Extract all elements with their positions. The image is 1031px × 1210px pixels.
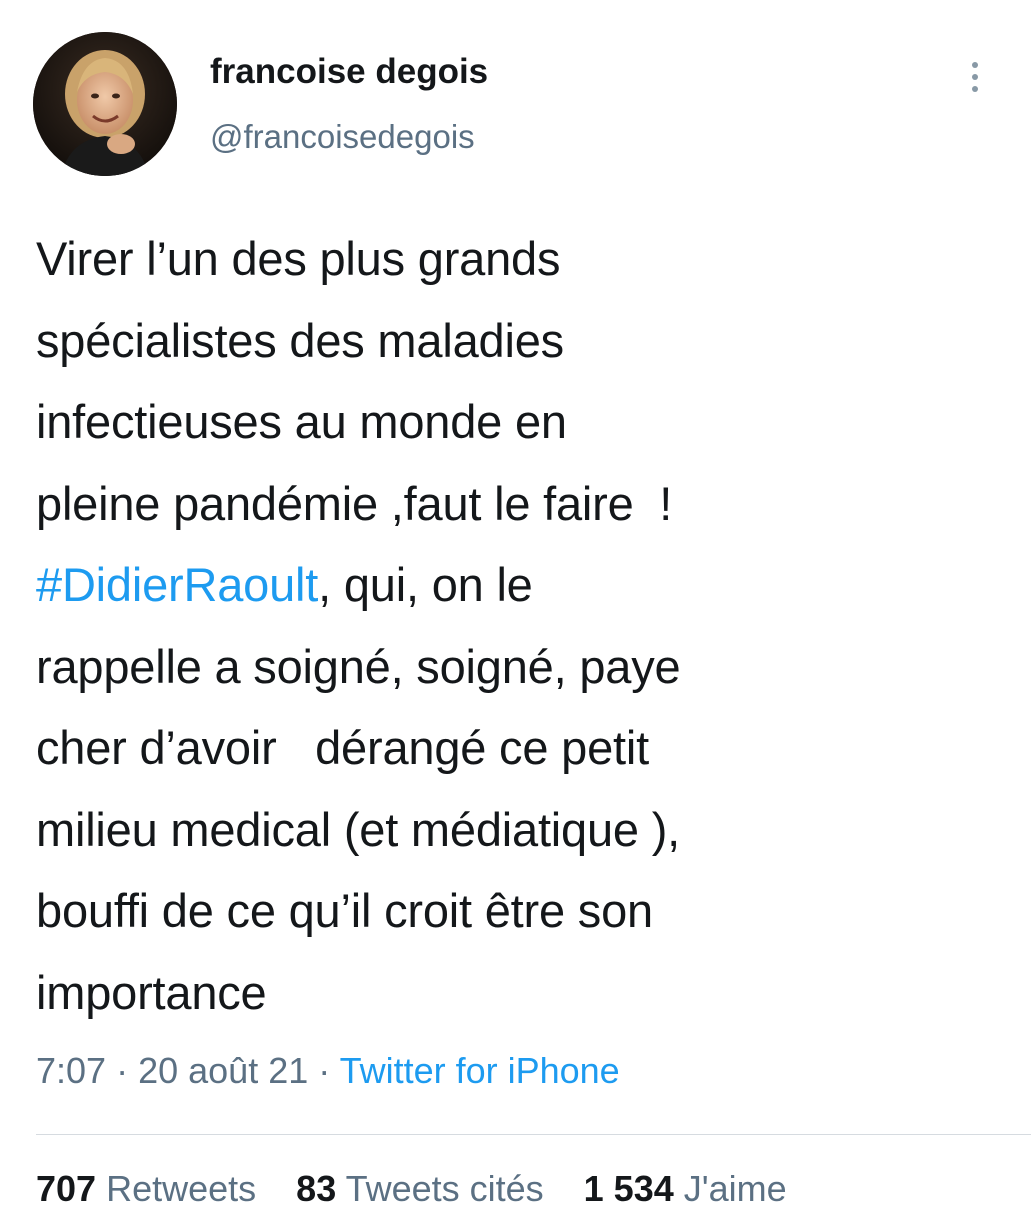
more-vertical-icon xyxy=(972,74,978,80)
more-options-button[interactable] xyxy=(958,52,992,102)
retweets-stat[interactable]: 707 Retweets xyxy=(36,1168,256,1209)
more-vertical-icon xyxy=(972,86,978,92)
tweet-line: importance xyxy=(36,965,267,1019)
hashtag-link[interactable]: #DidierRaoult xyxy=(36,558,318,611)
engagement-stats: 707 Retweets 83 Tweets cités 1 534 J'aim… xyxy=(36,1168,817,1210)
meta-separator: · xyxy=(106,1050,139,1091)
quote-tweets-label: Tweets cités xyxy=(336,1168,544,1209)
tweet-line-text: , qui, on le xyxy=(318,558,533,611)
tweet-text: Virer l’un des plus grands spécialistes … xyxy=(36,218,996,1033)
user-handle[interactable]: @francoisedegois xyxy=(210,118,475,156)
tweet-line: bouffi de ce qu’il croit être son xyxy=(36,884,653,937)
tweet-line: #DidierRaoult, qui, on le xyxy=(36,544,996,626)
tweet-line: Virer l’un des plus grands xyxy=(36,232,561,285)
retweets-label: Retweets xyxy=(96,1168,257,1209)
quote-tweets-stat[interactable]: 83 Tweets cités xyxy=(296,1168,543,1209)
avatar[interactable] xyxy=(33,32,177,176)
profile-photo xyxy=(33,32,177,176)
more-vertical-icon xyxy=(972,62,978,68)
tweet-source-link[interactable]: Twitter for iPhone xyxy=(340,1050,620,1091)
tweet-line: rappelle a soigné, soigné, paye xyxy=(36,639,681,693)
tweet-line: pleine pandémie ,faut le faire ! xyxy=(36,476,673,530)
tweet-time[interactable]: 7:07 xyxy=(36,1050,106,1091)
likes-label: J'aime xyxy=(673,1168,787,1209)
tweet-line: milieu medical (et médiatique ), xyxy=(36,802,681,856)
likes-stat[interactable]: 1 534 J'aime xyxy=(584,1168,787,1209)
tweet-line: cher d’avoir dérangé ce petit xyxy=(36,721,649,774)
retweets-count: 707 xyxy=(36,1168,97,1209)
tweet-line: spécialistes des maladies xyxy=(36,313,564,367)
meta-separator: · xyxy=(308,1050,340,1091)
quote-tweets-count: 83 xyxy=(296,1168,337,1209)
tweet-metadata: 7:07 · 20 août 21 · Twitter for iPhone xyxy=(36,1050,620,1092)
tweet-line: infectieuses au monde en xyxy=(36,395,567,448)
tweet-date[interactable]: 20 août 21 xyxy=(138,1050,308,1091)
display-name[interactable]: francoise degois xyxy=(210,52,488,92)
likes-count: 1 534 xyxy=(583,1168,674,1209)
divider xyxy=(36,1134,1031,1135)
